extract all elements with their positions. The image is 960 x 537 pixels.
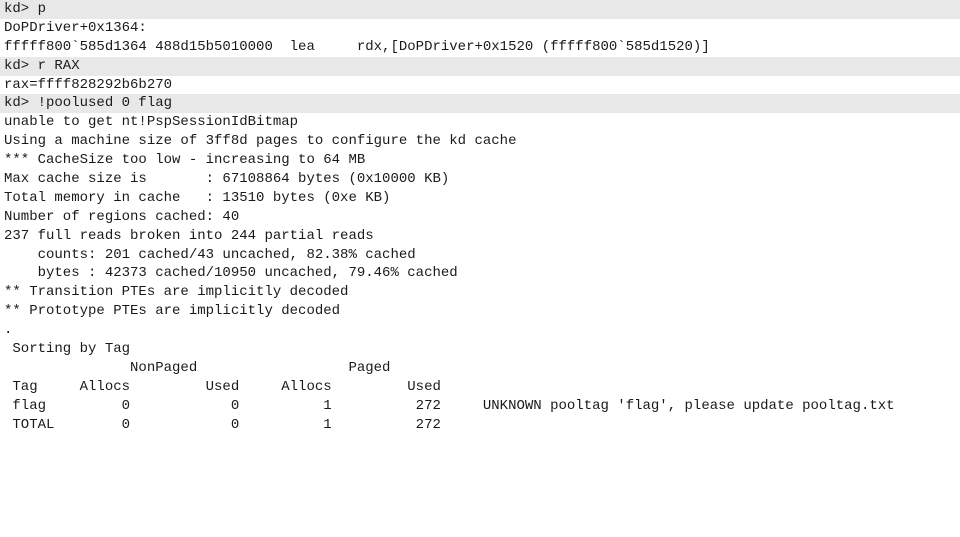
debugger-output-line: ** Prototype PTEs are implicitly decoded	[0, 302, 960, 321]
debugger-output-line: unable to get nt!PspSessionIdBitmap	[0, 113, 960, 132]
debugger-output-line: Max cache size is : 67108864 bytes (0x10…	[0, 170, 960, 189]
debugger-output-line: kd> !poolused 0 flag	[0, 94, 960, 113]
debugger-output-line: rax=ffff828292b6b270	[0, 76, 960, 95]
pool-table-total: TOTAL 0 0 1 272	[0, 416, 960, 435]
debugger-output-line: Total memory in cache : 13510 bytes (0xe…	[0, 189, 960, 208]
debugger-output-line: DoPDriver+0x1364:	[0, 19, 960, 38]
debugger-output-line: counts: 201 cached/43 uncached, 82.38% c…	[0, 246, 960, 265]
debugger-output-line: .	[0, 321, 960, 340]
debugger-output-line: Using a machine size of 3ff8d pages to c…	[0, 132, 960, 151]
debugger-output-line: fffff800`585d1364 488d15b5010000 lea rdx…	[0, 38, 960, 57]
debugger-output-line: kd> p	[0, 0, 960, 19]
debugger-output-line: 237 full reads broken into 244 partial r…	[0, 227, 960, 246]
pool-table-header: NonPaged Paged	[0, 359, 960, 378]
debugger-output-line: *** CacheSize too low - increasing to 64…	[0, 151, 960, 170]
debugger-output-line: Number of regions cached: 40	[0, 208, 960, 227]
pool-table-row: flag 0 0 1 272 UNKNOWN pooltag 'flag', p…	[0, 397, 960, 416]
debugger-output-line: kd> r RAX	[0, 57, 960, 76]
debugger-output-line: ** Transition PTEs are implicitly decode…	[0, 283, 960, 302]
debugger-output-line: Sorting by Tag	[0, 340, 960, 359]
pool-table-columns: Tag Allocs Used Allocs Used	[0, 378, 960, 397]
debugger-output-line: bytes : 42373 cached/10950 uncached, 79.…	[0, 264, 960, 283]
